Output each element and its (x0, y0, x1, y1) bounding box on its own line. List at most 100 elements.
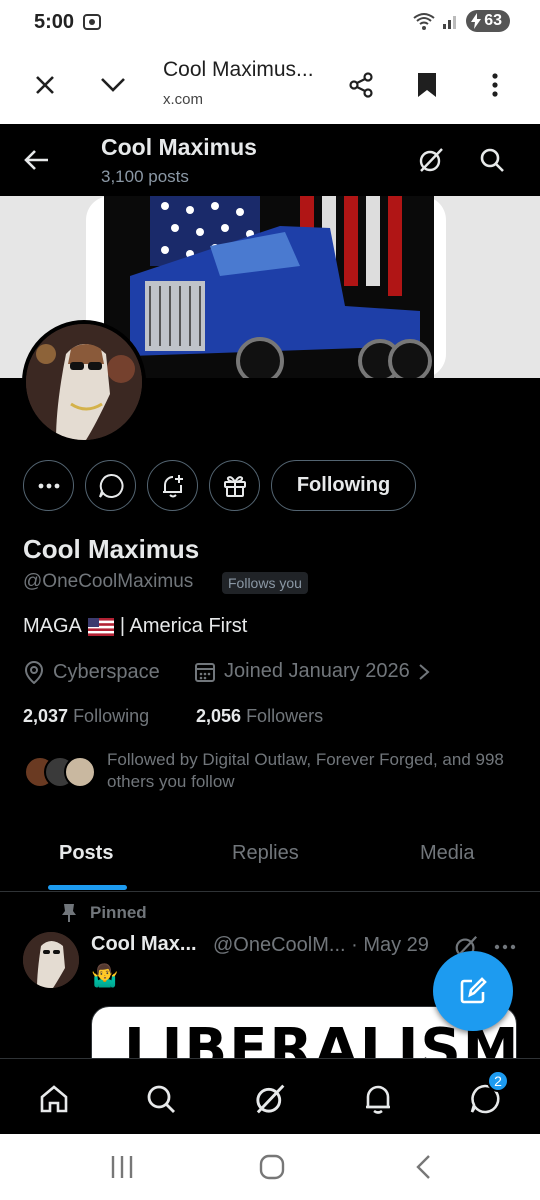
followers-stat-label: Followers (246, 706, 324, 726)
bell-plus-icon (162, 474, 183, 497)
bookmark-button[interactable] (410, 68, 444, 102)
recent-apps-button[interactable] (110, 1154, 134, 1180)
mutual-avatar (64, 756, 96, 788)
follows-you-badge: Follows you (222, 572, 308, 594)
following-stat-label: Following (73, 706, 150, 726)
battery-indicator: 63 (466, 10, 510, 32)
header-posts-count: 3,100 posts (101, 167, 189, 186)
mutual-followers-avatars[interactable] (24, 756, 96, 788)
nav-notifications[interactable] (358, 1079, 398, 1119)
post-handle-date[interactable]: @OneCoolM... · May 29 (213, 934, 429, 957)
grok-icon (419, 148, 443, 172)
nav-search[interactable] (141, 1079, 181, 1119)
profile-top-bar: Cool Maximus 3,100 posts (0, 124, 540, 196)
status-icons: 63 (412, 10, 510, 32)
profile-location: Cyberspace (23, 660, 160, 684)
browser-url: x.com (163, 91, 204, 108)
nav-grok[interactable] (250, 1079, 290, 1119)
search-button[interactable] (475, 143, 509, 177)
close-tab-button[interactable] (28, 68, 62, 102)
more-options-button[interactable] (478, 68, 512, 102)
battery-level: 63 (484, 12, 502, 29)
pinned-indicator: Pinned (60, 903, 147, 923)
recent-apps-icon (111, 1156, 133, 1178)
tab-posts[interactable]: Posts (59, 842, 113, 865)
android-navigation-bar (0, 1134, 540, 1200)
tab-replies[interactable]: Replies (232, 842, 299, 865)
bio-text-america-first: | America First (119, 615, 248, 637)
more-horizontal-icon (494, 944, 516, 950)
browser-bar: Cool Maximus... x.com (0, 46, 540, 124)
post-author-name[interactable]: Cool Max... (91, 933, 197, 956)
joined-text: Joined January 2026 (224, 660, 410, 682)
home-icon (40, 1085, 68, 1113)
dog-avatar-image (26, 324, 142, 440)
following-button[interactable]: Following (271, 460, 416, 511)
charging-icon (470, 13, 482, 29)
profile-avatar[interactable] (22, 320, 146, 444)
following-stat[interactable]: 2,037 Following (23, 706, 149, 727)
status-time: 5:00 (34, 11, 75, 33)
followers-count: 2,056 (196, 706, 242, 726)
location-text: Cyberspace (53, 660, 160, 683)
more-actions-button[interactable] (23, 460, 74, 511)
messages-badge: 2 (487, 1070, 509, 1092)
bottom-navigation (0, 1058, 540, 1134)
chevron-right-icon (419, 663, 430, 680)
collapse-button[interactable] (96, 68, 130, 102)
location-pin-icon (24, 660, 44, 684)
post-more-button[interactable] (494, 944, 516, 950)
following-count: 2,037 (23, 706, 69, 726)
message-button[interactable] (85, 460, 136, 511)
more-vertical-icon (492, 73, 498, 97)
browser-page-title: Cool Maximus... (163, 58, 314, 81)
followers-stat[interactable]: 2,056 Followers (196, 706, 323, 727)
profile-joined[interactable]: Joined January 2026 (194, 660, 430, 683)
notify-button[interactable] (147, 460, 198, 511)
followed-by-text[interactable]: Followed by Digital Outlaw, Forever Forg… (107, 749, 517, 793)
message-bubble-icon (98, 473, 123, 498)
search-icon (147, 1085, 175, 1113)
share-icon (349, 72, 373, 98)
pinned-label: Pinned (90, 903, 147, 922)
screenshot-icon (82, 12, 102, 32)
gift-button[interactable] (209, 460, 260, 511)
close-icon (36, 76, 54, 94)
us-flag-icon (87, 617, 114, 636)
active-tab-indicator (48, 885, 127, 890)
pin-icon (62, 904, 76, 922)
home-circle-icon (259, 1154, 285, 1180)
chevron-down-icon (101, 78, 125, 92)
profile-tabs: Posts Replies Media (0, 826, 540, 892)
profile-handle: @OneCoolMaximus (23, 571, 194, 592)
gift-icon (223, 475, 246, 497)
search-icon (480, 148, 504, 172)
bio-text-maga: MAGA (23, 615, 82, 637)
compose-post-button[interactable] (433, 951, 513, 1031)
post-author-avatar[interactable] (23, 932, 79, 988)
back-arrow-icon (24, 150, 48, 170)
nav-home[interactable] (34, 1079, 74, 1119)
compose-icon (460, 977, 487, 1004)
back-system-button[interactable] (414, 1154, 432, 1180)
tab-media[interactable]: Media (420, 842, 474, 865)
wifi-icon (412, 11, 436, 31)
home-system-button[interactable] (259, 1154, 285, 1180)
grok-icon (256, 1084, 285, 1114)
status-bar: 5:00 63 (0, 0, 540, 46)
bell-icon (366, 1085, 390, 1114)
dog-avatar-image (23, 932, 79, 988)
header-profile-name: Cool Maximus (101, 134, 257, 160)
grok-button[interactable] (414, 143, 448, 177)
share-button[interactable] (344, 68, 378, 102)
profile-name: Cool Maximus (23, 534, 200, 564)
back-chevron-icon (416, 1155, 430, 1179)
signal-icon (442, 12, 460, 30)
calendar-icon (195, 662, 215, 682)
profile-bio: MAGA | America First (23, 615, 247, 638)
more-horizontal-icon (38, 483, 59, 488)
profile-actions: Following (23, 460, 416, 511)
back-button[interactable] (20, 143, 54, 177)
post-emoji: 🤷‍♂️ (91, 963, 119, 988)
bookmark-icon (418, 73, 436, 97)
